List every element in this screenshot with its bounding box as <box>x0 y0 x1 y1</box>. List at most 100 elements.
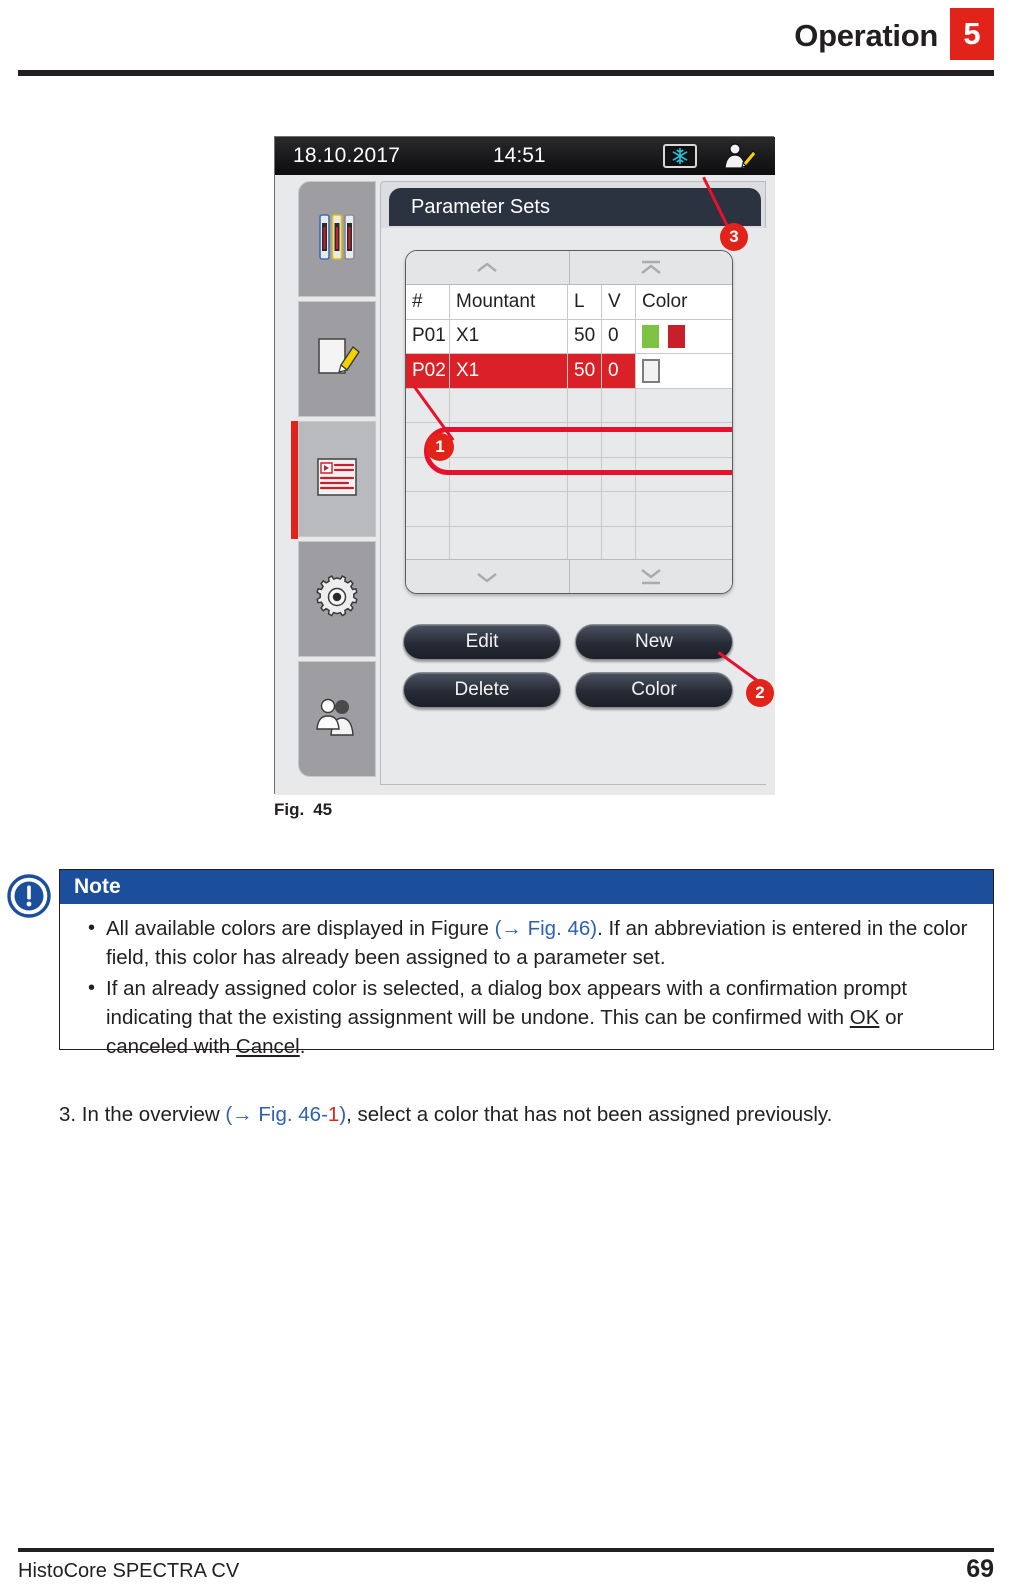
page-header: Operation 5 <box>0 0 1012 78</box>
table-row[interactable] <box>406 388 732 423</box>
figure-45: 18.10.2017 14:51 Parameter Sets # Mounta… <box>274 136 775 795</box>
edit-button[interactable]: Edit <box>403 624 561 660</box>
cell-num: P02 <box>406 354 450 388</box>
sidebar-item-parameter-sets[interactable] <box>291 421 376 539</box>
parameter-list-icon <box>312 454 362 505</box>
sidebar-item-user-settings[interactable] <box>298 661 376 777</box>
status-time: 14:51 <box>493 144 546 167</box>
column-header-v: V <box>602 285 636 319</box>
note-heading: Note <box>60 870 993 904</box>
device-screen: 18.10.2017 14:51 Parameter Sets # Mounta… <box>274 136 775 795</box>
note-item-2-pre: If an already assigned color is selected… <box>106 977 908 1029</box>
delete-button[interactable]: Delete <box>403 672 561 708</box>
cell-mountant <box>450 526 568 560</box>
header-divider <box>18 70 994 76</box>
note-item-1-figure-link[interactable]: (→ Fig. 46) <box>495 917 598 940</box>
cell-num <box>406 457 450 491</box>
column-header-num: # <box>406 285 450 319</box>
cell-num: P01 <box>406 319 450 353</box>
figure-caption-number: 45 <box>313 800 333 819</box>
parameter-sets-panel: Parameter Sets # Mountant L V Color P01 … <box>380 181 767 785</box>
panel-buttons-row-2: Delete Color <box>403 672 733 708</box>
sidebar-item-programs[interactable] <box>298 301 376 417</box>
cell-color <box>636 388 732 422</box>
step-figure-link-open[interactable]: (→ Fig. 46- <box>225 1103 328 1126</box>
cell-v <box>602 388 636 422</box>
cell-mountant: X1 <box>450 319 568 353</box>
sidebar-item-reagent-bottles[interactable] <box>298 181 376 297</box>
note-item-2-post: . <box>299 1035 306 1058</box>
device-sidebar <box>284 181 376 785</box>
footer-page-number: 69 <box>966 1555 994 1583</box>
figure-caption: Fig. 45 <box>274 800 332 820</box>
step-figure-link-ref[interactable]: 1 <box>328 1103 339 1126</box>
note-list-item: If an already assigned color is selected… <box>84 974 977 1061</box>
table-row[interactable]: P02 X1 50 0 <box>406 354 732 389</box>
new-button[interactable]: New <box>575 624 733 660</box>
device-status-bar: 18.10.2017 14:51 <box>275 137 775 175</box>
cell-v <box>602 526 636 560</box>
cell-color <box>636 526 732 560</box>
note-body: All available colors are displayed in Fi… <box>60 904 993 1063</box>
cell-l <box>568 457 602 491</box>
chevron-down-bar-icon[interactable] <box>570 560 733 593</box>
snowflake-icon[interactable] <box>663 144 697 168</box>
callout-marker-2: 2 <box>746 679 774 707</box>
cell-color <box>636 423 732 457</box>
table-row[interactable] <box>406 526 732 561</box>
color-button[interactable]: Color <box>575 672 733 708</box>
step-post: , select a color that has not been assig… <box>346 1103 833 1126</box>
cell-color <box>636 492 732 526</box>
cell-v <box>602 457 636 491</box>
step-paragraph: 3. In the overview (→ Fig. 46-1), select… <box>59 1100 959 1129</box>
cell-color[interactable] <box>636 354 732 388</box>
cell-v: 0 <box>602 319 636 353</box>
table-header-row: # Mountant L V Color <box>406 285 732 320</box>
device-body: Parameter Sets # Mountant L V Color P01 … <box>275 175 775 795</box>
cell-mountant <box>450 423 568 457</box>
page-title: Operation <box>794 18 938 53</box>
status-date: 18.10.2017 <box>293 144 401 167</box>
footer-divider <box>18 1548 994 1552</box>
table-scroll-up-row <box>406 251 732 285</box>
note-item-1-pre: All available colors are displayed in Fi… <box>106 917 495 940</box>
step-pre: In the overview <box>76 1103 226 1126</box>
cell-color[interactable] <box>636 319 732 353</box>
figure-caption-label: Fig. <box>274 800 305 819</box>
note-pencil-icon <box>311 331 363 388</box>
cell-l: 50 <box>568 319 602 353</box>
information-exclamation-icon <box>6 873 52 919</box>
note-box: Note All available colors are displayed … <box>59 869 994 1058</box>
color-swatch-green <box>642 324 659 348</box>
note-item-2-cancel-label: Cancel <box>235 1035 300 1058</box>
footer-product-name: HistoCore SPECTRA CV <box>18 1560 240 1582</box>
users-icon <box>311 695 363 744</box>
step-number: 3. <box>59 1103 77 1126</box>
table-scroll-down-row <box>406 559 732 593</box>
cell-l <box>568 492 602 526</box>
chevron-down-icon[interactable] <box>406 560 570 593</box>
parameter-sets-table: # Mountant L V Color P01 X1 50 0 P02 X1 … <box>406 285 732 593</box>
color-swatch-empty <box>642 358 660 383</box>
panel-body: # Mountant L V Color P01 X1 50 0 P02 X1 … <box>381 228 767 784</box>
table-row[interactable]: P01 X1 50 0 <box>406 319 732 354</box>
note-list-item: All available colors are displayed in Fi… <box>84 914 977 972</box>
cell-v <box>602 492 636 526</box>
cell-mountant <box>450 388 568 422</box>
color-swatch-red <box>668 324 685 348</box>
column-header-l: L <box>568 285 602 319</box>
table-row[interactable] <box>406 457 732 492</box>
cell-mountant: X1 <box>450 354 568 388</box>
cell-l: 50 <box>568 354 602 388</box>
cell-v <box>602 423 636 457</box>
sidebar-item-settings[interactable] <box>298 541 376 657</box>
supervisor-user-icon[interactable] <box>719 141 759 171</box>
column-header-color: Color <box>636 285 732 319</box>
cell-l <box>568 526 602 560</box>
chevron-up-bar-icon[interactable] <box>570 251 733 284</box>
chapter-number-badge: 5 <box>950 8 994 60</box>
column-header-mountant: Mountant <box>450 285 568 319</box>
chevron-up-icon[interactable] <box>406 251 570 284</box>
table-row[interactable] <box>406 423 732 458</box>
table-row[interactable] <box>406 492 732 527</box>
